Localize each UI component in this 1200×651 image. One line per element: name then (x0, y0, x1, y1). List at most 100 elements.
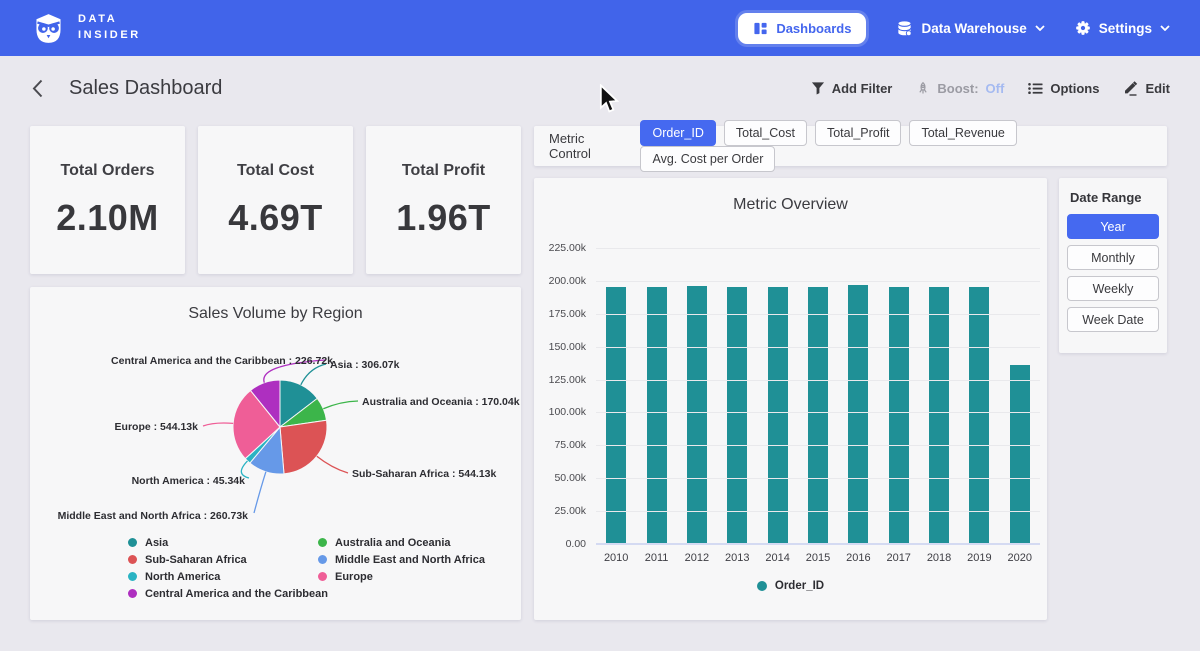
pie-callout-line (203, 423, 233, 426)
bar-2015 (808, 287, 828, 544)
rocket-icon (916, 81, 930, 96)
date-range-button-year[interactable]: Year (1067, 214, 1159, 239)
legend-label: Order_ID (775, 580, 824, 592)
gridline (596, 445, 1040, 446)
bar-slot (677, 248, 717, 544)
bar-2019 (969, 287, 989, 544)
bar-chart-plot (596, 248, 1040, 544)
pie-label-australia-and-oceania: Australia and Oceania : 170.04k (362, 396, 520, 408)
y-tick-label: 100.00k (534, 406, 586, 418)
bar-2011 (647, 287, 667, 544)
y-tick-label: 200.00k (534, 275, 586, 287)
legend-dot (757, 581, 767, 591)
pie-chart: Asia : 306.07k Australia and Oceania : 17… (30, 327, 521, 532)
legend-dot (318, 555, 327, 564)
x-tick-label: 2013 (717, 552, 757, 564)
edit-button[interactable]: Edit (1123, 80, 1170, 96)
metric-button-total-cost[interactable]: Total_Cost (724, 120, 807, 146)
kpi-title: Total Profit (366, 162, 521, 180)
kpi-card-total-profit: Total Profit1.96T (366, 126, 521, 274)
y-tick-label: 75.00k (534, 439, 586, 451)
legend-item-australia-and-oceania: Australia and Oceania (318, 534, 485, 551)
kpi-value: 2.10M (30, 197, 185, 239)
date-range-buttons: Year Monthly Weekly Week Date (1067, 214, 1159, 332)
pie-callout-line (301, 364, 326, 385)
bar-slot (757, 248, 797, 544)
chevron-down-icon (1160, 25, 1170, 31)
pie-label-europe: Europe : 544.13k (115, 421, 199, 433)
settings-menu[interactable]: Settings (1075, 20, 1170, 36)
legend-dot (318, 572, 327, 581)
options-button[interactable]: Options (1028, 81, 1099, 96)
dashboards-button[interactable]: Dashboards (738, 13, 866, 44)
gridline (596, 478, 1040, 479)
bar-2010 (606, 287, 626, 544)
legend-dot (128, 538, 137, 547)
bar-chart-title: Metric Overview (534, 196, 1047, 214)
y-tick-label: 175.00k (534, 308, 586, 320)
metric-button-order-id[interactable]: Order_ID (640, 120, 715, 146)
add-filter-button[interactable]: Add Filter (811, 81, 893, 96)
legend-label: Sub-Saharan Africa (145, 554, 247, 566)
metric-button-total-profit[interactable]: Total_Profit (815, 120, 902, 146)
gridline (596, 248, 1040, 249)
x-tick-label: 2018 (919, 552, 959, 564)
boost-label: Boost: (937, 81, 978, 96)
y-tick-label: 25.00k (534, 505, 586, 517)
legend-dot (128, 589, 137, 598)
bar-slot (1000, 248, 1040, 544)
brand-text: DATA INSIDER (78, 12, 141, 44)
data-warehouse-menu[interactable]: Data Warehouse (896, 20, 1044, 37)
x-tick-label: 2016 (838, 552, 878, 564)
metric-control-card: Metric Control Order_IDTotal_CostTotal_P… (534, 126, 1167, 166)
x-tick-label: 2019 (959, 552, 999, 564)
bar-slot (838, 248, 878, 544)
filter-funnel-icon (811, 81, 825, 95)
kpi-card-total-cost: Total Cost 4.69T (198, 126, 353, 274)
date-range-button-week-date[interactable]: Week Date (1067, 307, 1159, 332)
chevron-left-icon (32, 79, 43, 98)
metric-button-total-revenue[interactable]: Total_Revenue (909, 120, 1016, 146)
bar-slot (879, 248, 919, 544)
gridline (596, 412, 1040, 413)
date-range-button-monthly[interactable]: Monthly (1067, 245, 1159, 270)
brand-logo[interactable]: DATA INSIDER (30, 10, 141, 47)
pie-label-central-america-and-the-caribbean: Central America and the Caribbean : 226.… (111, 355, 333, 367)
back-button[interactable] (30, 77, 45, 100)
gridline (596, 380, 1040, 381)
legend-item-middle-east-and-north-africa: Middle East and North Africa (318, 551, 485, 568)
pie-slice-sub-saharan-africa (280, 420, 327, 474)
bar-2014 (768, 287, 788, 544)
legend-dot (318, 538, 327, 547)
y-tick-label: 0.00 (534, 538, 586, 550)
gridline (596, 281, 1040, 282)
bar-2020 (1010, 365, 1030, 544)
kpi-title: Total Cost (198, 162, 353, 180)
gridline (596, 314, 1040, 315)
pie-legend-column: Australia and OceaniaMiddle East and Nor… (288, 534, 485, 585)
date-range-title: Date Range (1070, 190, 1159, 205)
date-range-card: Date Range Year Monthly Weekly Week Date (1059, 178, 1167, 353)
kpi-value: 4.69T (198, 197, 353, 239)
bar-2016 (848, 285, 868, 544)
x-tick-label: 2010 (596, 552, 636, 564)
date-range-button-weekly[interactable]: Weekly (1067, 276, 1159, 301)
pencil-icon (1123, 80, 1138, 96)
dashboards-label: Dashboards (776, 21, 851, 36)
bar-slot (636, 248, 676, 544)
page-title: Sales Dashboard (69, 77, 222, 100)
legend-dot (128, 572, 137, 581)
navbar: DATA INSIDER Dashboards Data Warehouse (0, 0, 1200, 56)
metric-button-avg-cost-per-order[interactable]: Avg. Cost per Order (640, 146, 775, 172)
gridline (596, 347, 1040, 348)
pie-label-asia: Asia : 306.07k (330, 359, 400, 371)
dashboard-grid-icon (753, 21, 768, 36)
list-icon (1028, 82, 1043, 95)
owl-logo-icon (30, 10, 67, 47)
bar-slot (919, 248, 959, 544)
boost-toggle[interactable]: Boost:Off (916, 81, 1004, 96)
bar-2012 (687, 286, 707, 545)
x-axis-line (596, 543, 1040, 545)
bar-slot (798, 248, 838, 544)
pie-callout-line (323, 401, 358, 409)
